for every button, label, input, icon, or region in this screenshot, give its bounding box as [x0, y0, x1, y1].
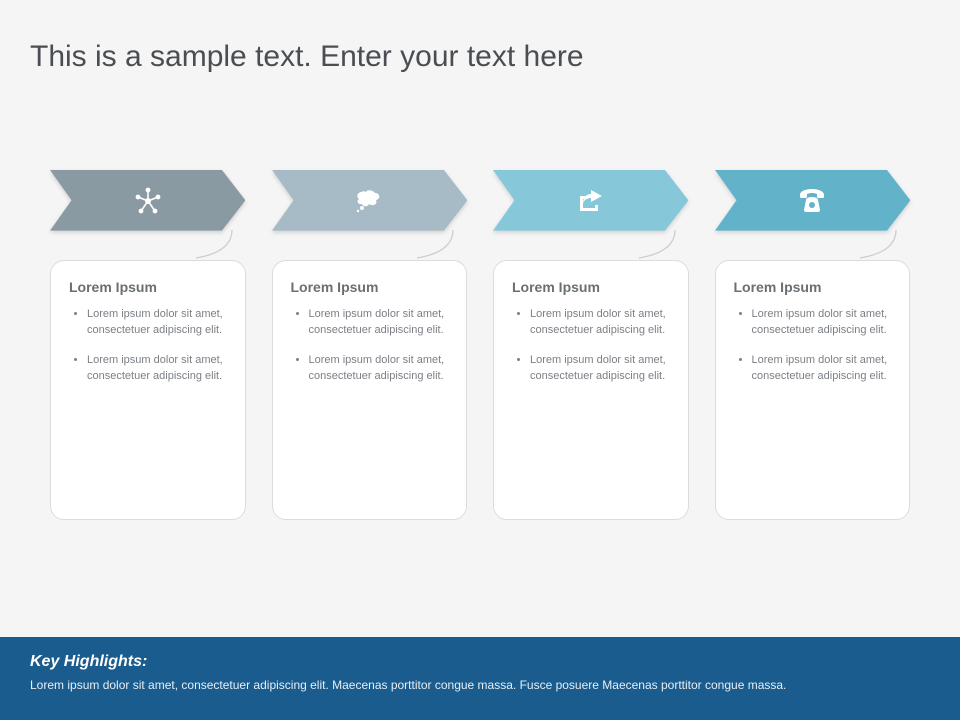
step-2-title: Lorem Ipsum [291, 279, 453, 295]
list-item: Lorem ipsum dolor sit amet, consectetuer… [87, 353, 231, 385]
step-2-arrow [272, 170, 468, 232]
footer-title: Key Highlights: [30, 653, 930, 671]
step-1-arrow [50, 170, 246, 232]
list-item: Lorem ipsum dolor sit amet, consectetuer… [87, 307, 231, 339]
step-3-card: Lorem Ipsum Lorem ipsum dolor sit amet, … [493, 260, 689, 520]
step-4-bullets: Lorem ipsum dolor sit amet, consectetuer… [734, 307, 896, 385]
steps-row: Lorem Ipsum Lorem ipsum dolor sit amet, … [50, 170, 910, 520]
connector-1 [50, 232, 246, 260]
list-item: Lorem ipsum dolor sit amet, consectetuer… [752, 307, 896, 339]
step-1-bullets: Lorem ipsum dolor sit amet, consectetuer… [69, 307, 231, 385]
step-2: Lorem Ipsum Lorem ipsum dolor sit amet, … [272, 170, 468, 520]
footer-bar: Key Highlights: Lorem ipsum dolor sit am… [0, 637, 960, 720]
connector-3 [493, 232, 689, 260]
list-item: Lorem ipsum dolor sit amet, consectetuer… [309, 353, 453, 385]
list-item: Lorem ipsum dolor sit amet, consectetuer… [309, 307, 453, 339]
step-4: Lorem Ipsum Lorem ipsum dolor sit amet, … [715, 170, 911, 520]
connector-2 [272, 232, 468, 260]
step-2-card: Lorem Ipsum Lorem ipsum dolor sit amet, … [272, 260, 468, 520]
step-4-card: Lorem Ipsum Lorem ipsum dolor sit amet, … [715, 260, 911, 520]
step-4-title: Lorem Ipsum [734, 279, 896, 295]
step-3-arrow [493, 170, 689, 232]
share-icon [576, 187, 606, 215]
step-1-card: Lorem Ipsum Lorem ipsum dolor sit amet, … [50, 260, 246, 520]
step-3-bullets: Lorem ipsum dolor sit amet, consectetuer… [512, 307, 674, 385]
slide-title: This is a sample text. Enter your text h… [30, 40, 584, 74]
phone-icon [797, 188, 827, 214]
step-1-title: Lorem Ipsum [69, 279, 231, 295]
thought-icon [354, 189, 384, 213]
step-3-title: Lorem Ipsum [512, 279, 674, 295]
step-2-bullets: Lorem ipsum dolor sit amet, consectetuer… [291, 307, 453, 385]
step-3: Lorem Ipsum Lorem ipsum dolor sit amet, … [493, 170, 689, 520]
step-4-arrow [715, 170, 911, 232]
list-item: Lorem ipsum dolor sit amet, consectetuer… [752, 353, 896, 385]
list-item: Lorem ipsum dolor sit amet, consectetuer… [530, 307, 674, 339]
list-item: Lorem ipsum dolor sit amet, consectetuer… [530, 353, 674, 385]
step-1: Lorem Ipsum Lorem ipsum dolor sit amet, … [50, 170, 246, 520]
footer-body: Lorem ipsum dolor sit amet, consectetuer… [30, 677, 930, 694]
connector-4 [715, 232, 911, 260]
network-icon [133, 186, 163, 216]
